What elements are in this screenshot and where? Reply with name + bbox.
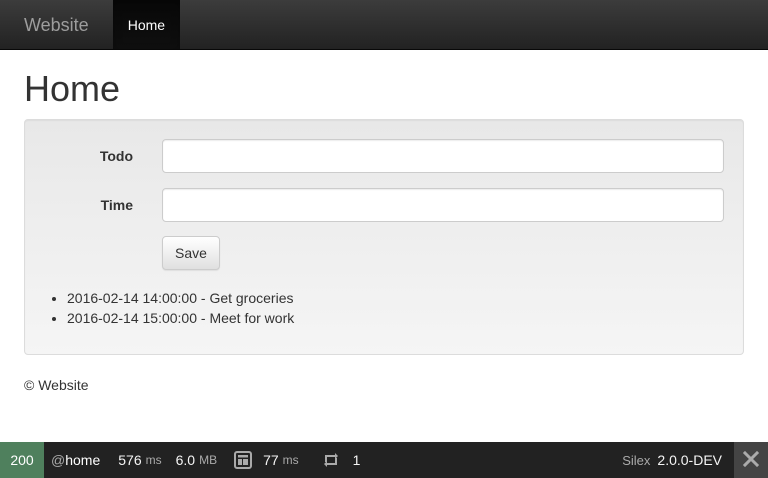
list-item: 2016-02-14 14:00:00 - Get groceries xyxy=(67,288,294,308)
close-icon xyxy=(742,450,760,470)
template-time-value: 77 xyxy=(263,452,279,468)
todo-label: Todo xyxy=(99,148,133,164)
footer-copyright: © Website xyxy=(24,377,89,393)
requests-count: 1 xyxy=(352,452,361,468)
memory-unit: MB xyxy=(199,453,218,467)
todo-input[interactable] xyxy=(162,139,724,173)
refresh-icon xyxy=(321,450,341,470)
close-toolbar-button[interactable] xyxy=(734,442,768,478)
route-name: home xyxy=(65,452,101,468)
navbar: Website Home xyxy=(0,0,768,50)
nav-item-home[interactable]: Home xyxy=(112,0,181,49)
list-item: 2016-02-14 15:00:00 - Meet for work xyxy=(67,308,294,328)
memory-value: 6.0 xyxy=(175,452,196,468)
template-time-unit: ms xyxy=(282,453,299,467)
time-row: Time xyxy=(25,188,745,222)
memory-usage[interactable]: 6.0 MB xyxy=(176,442,217,478)
time-value: 576 xyxy=(118,452,142,468)
framework-info: Silex 2.0.0-DEV xyxy=(622,442,768,478)
save-button[interactable]: Save xyxy=(162,236,220,270)
time-label: Time xyxy=(100,197,133,213)
status-code-badge[interactable]: 200 xyxy=(0,442,44,478)
framework-version: 2.0.0-DEV xyxy=(657,452,722,468)
requests-info[interactable]: 1 xyxy=(321,442,361,478)
route-info[interactable]: @ home xyxy=(51,442,100,478)
brand-link[interactable]: Website xyxy=(0,0,113,49)
time-unit: ms xyxy=(145,453,162,467)
layout-icon xyxy=(233,450,253,470)
debug-toolbar: 200 @ home 576 ms 6.0 MB 77 ms 1 Silex 2… xyxy=(0,442,768,478)
main-container: Home Todo Time Save 2016-02-14 14:00:00 … xyxy=(24,50,744,355)
todo-list: 2016-02-14 14:00:00 - Get groceries 2016… xyxy=(67,288,294,328)
route-at-symbol: @ xyxy=(51,452,66,468)
template-time[interactable]: 77 ms xyxy=(233,442,299,478)
time-input[interactable] xyxy=(162,188,724,222)
todo-form-panel: Todo Time Save 2016-02-14 14:00:00 - Get… xyxy=(24,119,744,355)
todo-row: Todo xyxy=(25,139,745,173)
page-title: Home xyxy=(24,68,121,109)
framework-label: Silex xyxy=(622,452,651,468)
request-time[interactable]: 576 ms xyxy=(118,442,161,478)
